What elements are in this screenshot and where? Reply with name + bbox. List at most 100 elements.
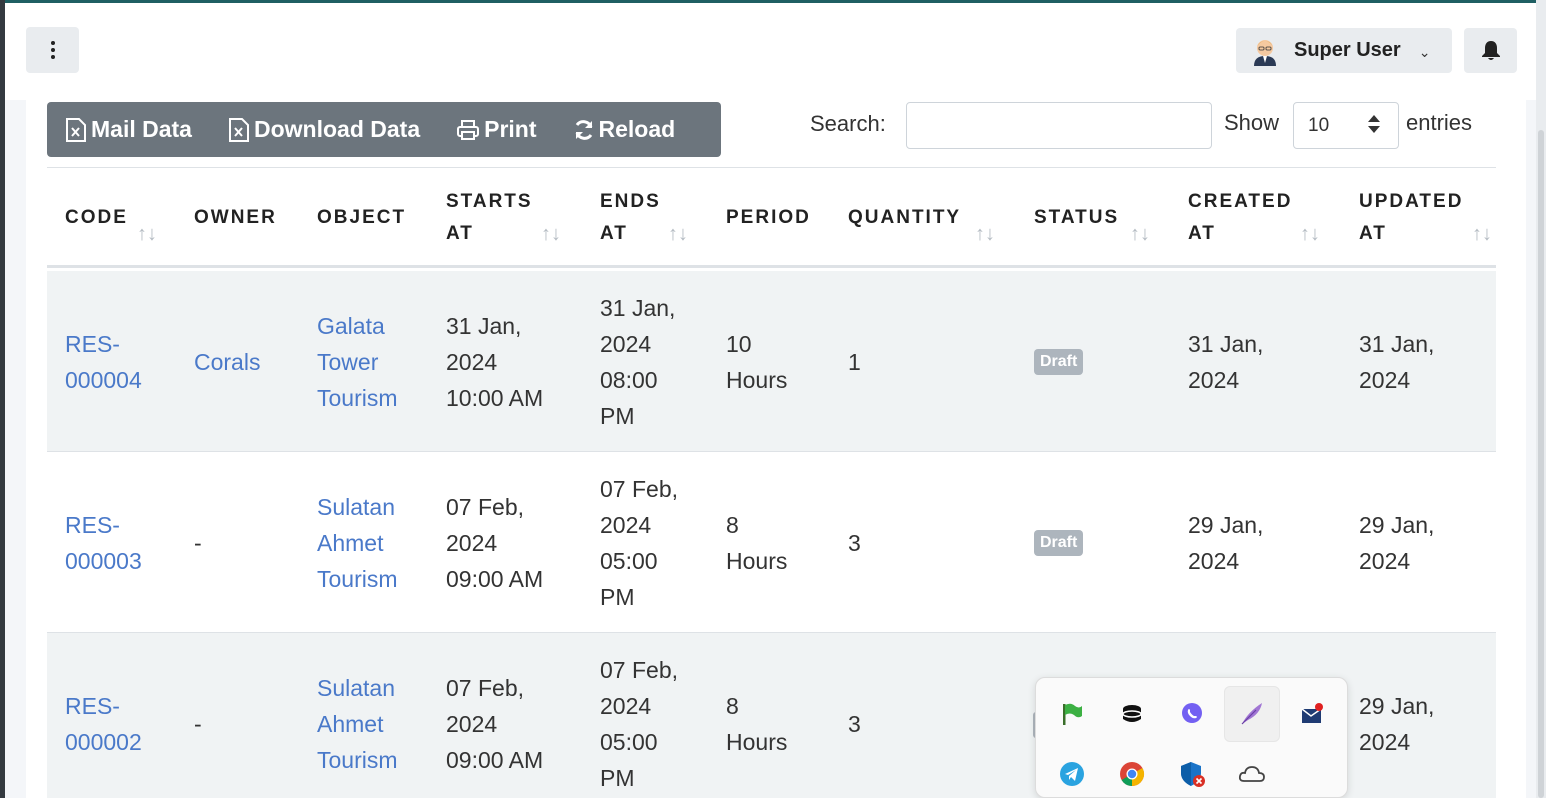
user-menu-button[interactable]: Super User ⌄ — [1236, 28, 1452, 73]
ends-line: 2024 — [600, 330, 652, 357]
print-button[interactable]: Print — [456, 116, 537, 143]
table-header: CODE ↑↓ OWNER OBJECT STARTS AT ↑↓ ENDS A… — [47, 168, 1496, 268]
ends-at-cell: 07 Feb, 2024 05:00 PM — [600, 452, 678, 633]
ends-at-cell: 31 Jan, 2024 08:00 PM — [600, 271, 675, 452]
status-badge: Draft — [1034, 529, 1084, 556]
reservation-code-link[interactable]: RES- 000003 — [65, 452, 142, 633]
created-line: 29 Jan, — [1188, 511, 1264, 538]
reservation-code-link[interactable]: RES- 000002 — [65, 633, 142, 798]
object-link[interactable]: Galata Tower Tourism — [317, 271, 398, 452]
chrome-icon[interactable] — [1104, 746, 1160, 798]
owner-cell: - — [194, 452, 202, 633]
reload-label: Reload — [598, 116, 676, 142]
telegram-icon[interactable] — [1044, 746, 1100, 798]
column-header-code[interactable]: CODE ↑↓ — [65, 168, 175, 268]
column-header-owner[interactable]: OWNER — [194, 168, 304, 268]
menu-toggle-button[interactable] — [26, 27, 79, 73]
column-header-label: PERIOD — [726, 207, 811, 228]
security-shield-icon[interactable] — [1164, 746, 1220, 798]
column-header-updated-at[interactable]: UPDATED AT ↑↓ — [1359, 168, 1496, 268]
column-header-quantity[interactable]: QUANTITY ↑↓ — [848, 168, 1018, 268]
period-line: 10 — [726, 330, 752, 357]
starts-line: 09:00 AM — [446, 746, 544, 773]
code-line: 000003 — [65, 547, 142, 574]
ends-line: 07 Feb, — [600, 475, 678, 502]
created-line: 31 Jan, — [1188, 330, 1264, 357]
period-line: Hours — [726, 366, 788, 393]
scrollbar-thumb[interactable] — [1538, 130, 1544, 798]
user-avatar-icon — [1254, 39, 1276, 66]
select-arrows-icon — [1368, 115, 1380, 133]
code-line: 000004 — [65, 366, 142, 393]
column-header-label: AT — [446, 223, 474, 244]
column-header-label: ENDS — [600, 191, 661, 212]
code-line: RES- — [65, 330, 120, 357]
green-flag-icon[interactable] — [1044, 686, 1100, 742]
quantity-cell: 3 — [848, 710, 861, 737]
page-size-select[interactable]: 10 — [1293, 102, 1399, 149]
quantity-cell: 1 — [848, 348, 861, 375]
ends-line: 08:00 — [600, 366, 658, 393]
mail-tray-icon[interactable] — [1284, 686, 1340, 742]
created-line: 2024 — [1188, 366, 1240, 393]
period-cell: 8 Hours — [726, 633, 787, 798]
sort-icon[interactable]: ↑↓ — [137, 218, 157, 250]
updated-at-cell: 31 Jan, 2024 — [1359, 271, 1434, 452]
ends-line: 2024 — [600, 692, 652, 719]
ends-line: 31 Jan, — [600, 294, 676, 321]
owner-link[interactable]: Corals — [194, 271, 260, 452]
column-header-label: STARTS — [446, 191, 533, 212]
starts-line: 31 Jan, — [446, 312, 522, 339]
period-line: 8 — [726, 511, 739, 538]
updated-line: 31 Jan, — [1359, 330, 1435, 357]
search-input[interactable] — [906, 102, 1212, 149]
ends-line: PM — [600, 402, 635, 429]
mail-data-button[interactable]: Mail Data — [65, 116, 192, 143]
created-at-cell: 31 Jan, 2024 — [1188, 271, 1263, 452]
database-icon[interactable] — [1104, 686, 1160, 742]
sort-icon[interactable]: ↑↓ — [668, 218, 688, 250]
mail-data-label: Mail Data — [91, 116, 192, 142]
sort-icon[interactable]: ↑↓ — [541, 218, 561, 250]
notifications-button[interactable] — [1464, 28, 1517, 73]
sort-icon[interactable]: ↑↓ — [975, 218, 995, 250]
column-header-object[interactable]: OBJECT — [317, 168, 427, 268]
object-link[interactable]: Sulatan Ahmet Tourism — [317, 633, 398, 798]
vertical-dots-icon — [50, 41, 55, 59]
column-header-period[interactable]: PERIOD — [726, 168, 836, 268]
reload-button[interactable]: Reload — [573, 116, 676, 143]
user-name-label: Super User — [1294, 39, 1401, 61]
download-data-button[interactable]: Download Data — [228, 116, 420, 143]
system-tray-popup — [1035, 677, 1348, 798]
feather-icon[interactable] — [1224, 686, 1280, 742]
sort-icon[interactable]: ↑↓ — [1472, 218, 1492, 250]
created-line: 2024 — [1188, 547, 1240, 574]
object-link[interactable]: Sulatan Ahmet Tourism — [317, 452, 398, 633]
updated-line: 2024 — [1359, 728, 1411, 755]
page-size-value: 10 — [1308, 114, 1330, 136]
owner-line: - — [194, 710, 202, 737]
starts-line: 2024 — [446, 529, 498, 556]
updated-at-cell: 29 Jan, 2024 — [1359, 633, 1434, 798]
sort-icon[interactable]: ↑↓ — [1300, 218, 1320, 250]
column-header-ends-at[interactable]: ENDS AT ↑↓ — [600, 168, 710, 268]
sort-icon[interactable]: ↑↓ — [1130, 218, 1150, 250]
column-header-label: AT — [1188, 223, 1216, 244]
viber-icon[interactable] — [1164, 686, 1220, 742]
column-header-starts-at[interactable]: STARTS AT ↑↓ — [446, 168, 576, 268]
ends-line: PM — [600, 764, 635, 791]
object-line: Sulatan — [317, 674, 396, 701]
bell-icon — [1481, 40, 1500, 60]
chevron-down-icon: ⌄ — [1418, 44, 1431, 60]
column-header-status[interactable]: STATUS ↑↓ — [1034, 168, 1174, 268]
column-header-label: QUANTITY — [848, 207, 962, 228]
status-cell: Draft — [1034, 452, 1084, 633]
refresh-icon — [575, 119, 592, 140]
updated-line: 2024 — [1359, 547, 1411, 574]
period-line: Hours — [726, 547, 788, 574]
reservation-code-link[interactable]: RES- 000004 — [65, 271, 142, 452]
period-line: Hours — [726, 728, 788, 755]
column-header-created-at[interactable]: CREATED AT ↑↓ — [1188, 168, 1338, 268]
column-header-label: CREATED — [1188, 191, 1293, 212]
onedrive-cloud-icon[interactable] — [1224, 746, 1280, 798]
